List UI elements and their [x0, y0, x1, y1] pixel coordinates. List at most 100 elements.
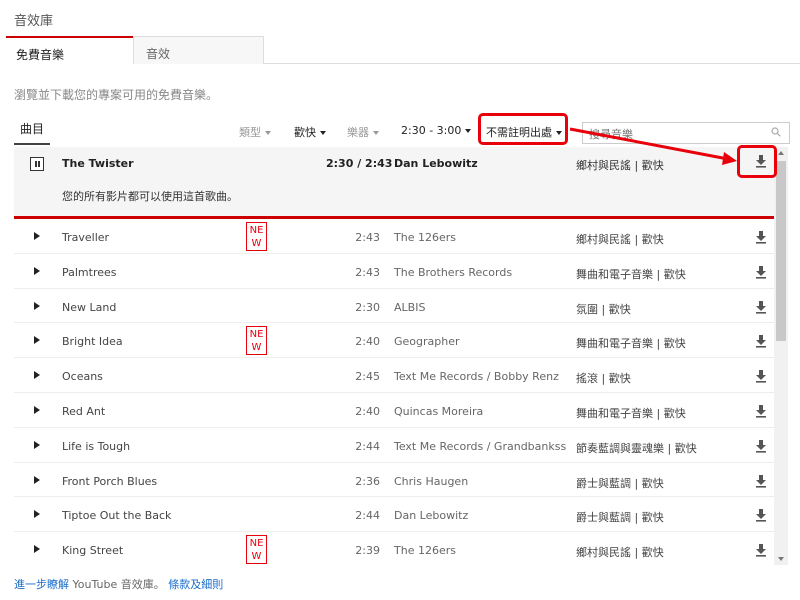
- track-genre: 鄉村與民謠 | 歡快: [576, 159, 664, 172]
- track-genre: 鄉村與民謠 | 歡快: [576, 233, 664, 246]
- scroll-thumb[interactable]: [776, 161, 786, 341]
- learn-more-link[interactable]: 進一步瞭解: [14, 578, 69, 591]
- search-icon[interactable]: [771, 127, 781, 137]
- track-row[interactable]: King Street NE W 2:39 The 126ers 鄉村與民謠 | 歡快: [14, 532, 774, 565]
- new-badge: NE W: [246, 222, 267, 251]
- play-icon[interactable]: [34, 405, 40, 414]
- play-icon[interactable]: [34, 475, 40, 484]
- download-icon[interactable]: [754, 369, 768, 383]
- play-icon[interactable]: [34, 266, 40, 275]
- play-icon[interactable]: [34, 371, 40, 380]
- pause-icon[interactable]: [30, 157, 44, 171]
- chevron-down-icon: [320, 131, 326, 135]
- track-genre: 爵士與藍調 | 歡快: [576, 476, 664, 490]
- track-row[interactable]: Red Ant 2:40 Quincas Moreira 舞曲和電子音樂 | 歡快: [14, 393, 774, 428]
- scroll-up-icon[interactable]: [778, 151, 784, 155]
- track-title: Bright Idea: [62, 335, 123, 349]
- play-icon[interactable]: [34, 232, 40, 240]
- track-row[interactable]: Palmtrees 2:43 The Brothers Records 舞曲和電子音樂…: [14, 254, 774, 289]
- chevron-down-icon: [465, 129, 472, 133]
- track-title: Palmtrees: [62, 265, 117, 279]
- new-badge: NE W: [246, 535, 267, 565]
- track-row[interactable]: Traveller NE W 2:43 The 126ers 鄉村與民謠 | 歡快: [14, 219, 774, 254]
- track-genre: 鄉村與民謠 | 歡快: [576, 546, 664, 560]
- license-text: 您的所有影片都可以使用這首歌曲。: [62, 190, 238, 203]
- page-description: 瀏覽並下載您的專案可用的免費音樂。: [14, 88, 219, 102]
- track-title: Front Porch Blues: [62, 474, 158, 488]
- scrollbar[interactable]: [774, 147, 788, 565]
- track-duration: 2:44: [355, 509, 380, 523]
- track-artist: The Brothers Records: [394, 265, 513, 279]
- track-row[interactable]: New Land 2:30 ALBIS 氛圍 | 歡快: [14, 289, 774, 324]
- tab-tracks[interactable]: 曲目: [14, 120, 51, 145]
- track-title: Red Ant: [62, 404, 106, 418]
- new-badge: NE W: [246, 326, 267, 356]
- track-row[interactable]: Bright Idea NE W 2:40 Geographer 舞曲和電子音樂 | 歡快: [14, 323, 774, 359]
- play-icon[interactable]: [34, 440, 40, 449]
- track-duration: 2:45: [355, 370, 380, 384]
- genre-filter[interactable]: 類型: [239, 124, 271, 140]
- now-playing-row[interactable]: The Twister 2:30 / 2:43 Dan Lebowitz 鄉村與…: [14, 147, 774, 219]
- play-icon[interactable]: [34, 336, 40, 345]
- tab-sound-effects[interactable]: 音效: [133, 36, 264, 64]
- terms-link[interactable]: 條款及細則: [168, 578, 223, 591]
- search-box: [582, 122, 790, 145]
- attribution-highlight-box: [478, 113, 568, 145]
- track-genre: 爵士與藍調 | 歡快: [576, 511, 664, 525]
- play-icon[interactable]: [34, 545, 40, 554]
- new-badge-top: NE: [249, 225, 264, 236]
- track-duration: 2:39: [355, 544, 380, 558]
- download-icon[interactable]: [754, 439, 768, 453]
- track-duration: 2:43: [355, 231, 380, 244]
- instrument-filter[interactable]: 樂器: [347, 124, 379, 140]
- track-genre: 搖滾 | 歡快: [576, 372, 631, 386]
- track-genre: 舞曲和電子音樂 | 歡快: [576, 337, 686, 351]
- track-artist: Text Me Records / Bobby Renz: [394, 370, 559, 384]
- chevron-down-icon: [265, 131, 271, 135]
- track-row[interactable]: Tiptoe Out the Back 2:44 Dan Lebowitz 爵士與藍調…: [14, 497, 774, 533]
- download-icon[interactable]: [754, 265, 768, 279]
- new-badge-top: NE: [249, 538, 264, 550]
- track-artist: Text Me Records / Grandbankss: [394, 439, 567, 453]
- track-title: Tiptoe Out the Back: [62, 509, 172, 523]
- track-list: The Twister 2:30 / 2:43 Dan Lebowitz 鄉村與…: [14, 147, 774, 565]
- mood-filter[interactable]: 歡快: [294, 124, 326, 140]
- track-duration: 2:44: [355, 439, 380, 453]
- track-row[interactable]: Life is Tough 2:44 Text Me Records / Grand…: [14, 428, 774, 463]
- instrument-filter-label: 樂器: [347, 126, 369, 139]
- track-title: Traveller: [62, 231, 110, 244]
- track-row[interactable]: Oceans 2:45 Text Me Records / Bobby Renz 搖滾…: [14, 358, 774, 393]
- search-input[interactable]: [589, 124, 759, 145]
- tab-free-music[interactable]: 免費音樂: [6, 36, 133, 64]
- track-row[interactable]: Front Porch Blues 2:36 Chris Haugen 爵士與藍調 |…: [14, 463, 774, 498]
- track-title: Oceans: [62, 370, 103, 384]
- tab-bar: 免費音樂 音效: [6, 36, 800, 64]
- track-artist: Chris Haugen: [394, 474, 469, 488]
- track-duration: 2:40: [355, 404, 380, 418]
- download-icon[interactable]: [754, 543, 768, 557]
- download-icon[interactable]: [754, 474, 768, 488]
- track-duration: 2:40: [355, 335, 380, 349]
- download-icon[interactable]: [754, 230, 768, 244]
- track-genre: 節奏藍調與靈魂樂 | 歡快: [576, 441, 697, 455]
- track-genre: 舞曲和電子音樂 | 歡快: [576, 267, 686, 281]
- play-icon[interactable]: [34, 301, 40, 310]
- track-title: King Street: [62, 544, 124, 558]
- track-duration: 2:36: [355, 474, 380, 488]
- download-icon[interactable]: [754, 334, 768, 348]
- playback-time: 2:30 / 2:43: [326, 157, 393, 170]
- footer-text: YouTube 音效庫。: [69, 578, 169, 591]
- chevron-down-icon: [373, 131, 379, 135]
- scroll-down-icon[interactable]: [778, 557, 784, 561]
- genre-filter-label: 類型: [239, 126, 261, 139]
- download-icon[interactable]: [754, 300, 768, 314]
- play-icon[interactable]: [34, 510, 40, 519]
- download-icon[interactable]: [754, 508, 768, 522]
- track-duration: 2:30: [355, 300, 380, 314]
- track-artist: ALBIS: [394, 300, 426, 314]
- track-artist: Quincas Moreira: [394, 404, 484, 418]
- duration-filter[interactable]: 2:30 - 3:00: [401, 124, 472, 137]
- download-icon[interactable]: [754, 404, 768, 418]
- new-badge-bottom: W: [251, 551, 262, 563]
- duration-filter-label: 2:30 - 3:00: [401, 124, 462, 137]
